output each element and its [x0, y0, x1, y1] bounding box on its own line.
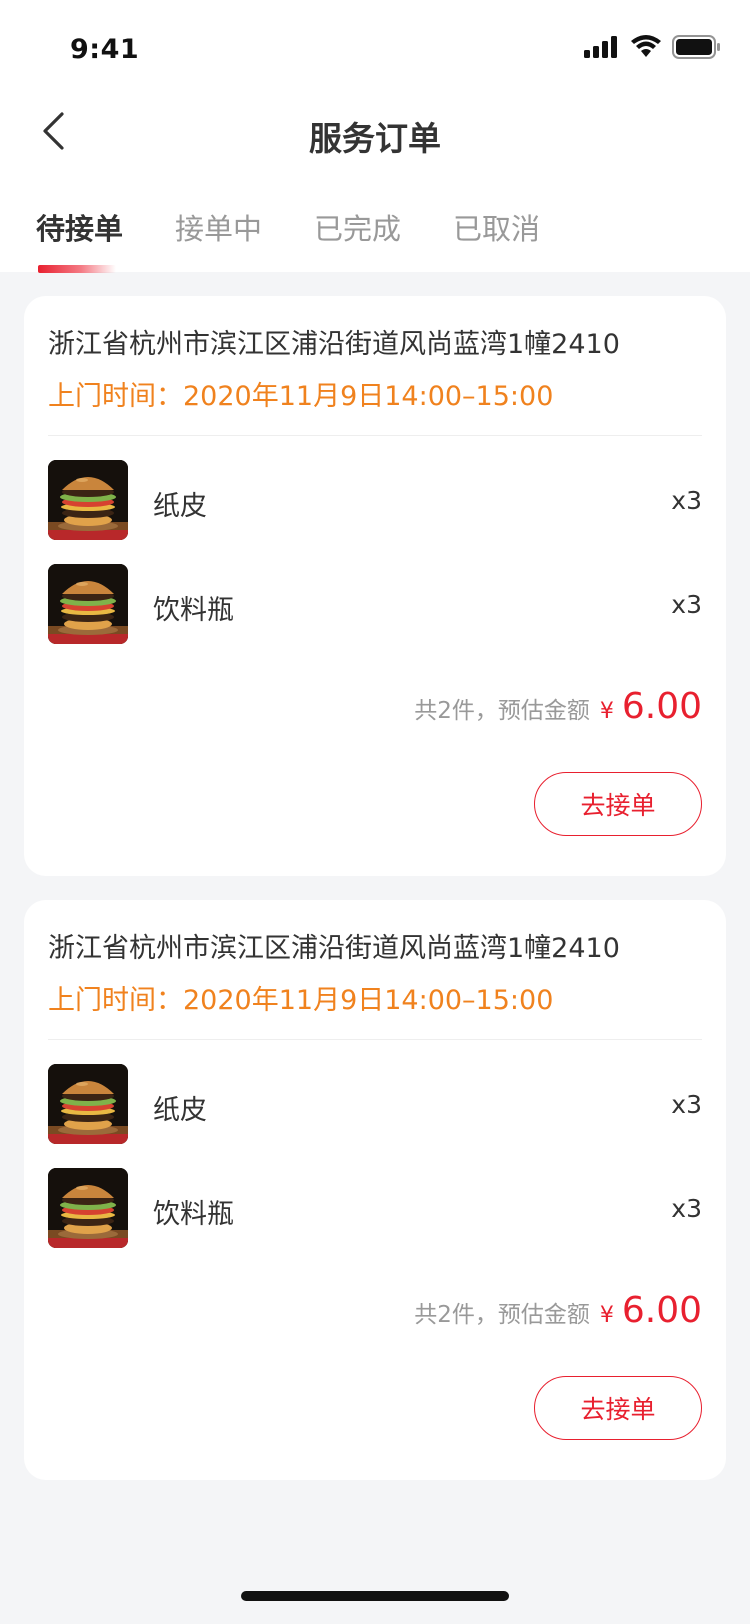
item-quantity: x3 [671, 1090, 702, 1119]
visit-time: 上门时间：2020年11月9日14:00–15:00 [48, 985, 554, 1016]
signal-icon [584, 36, 617, 58]
nav-bar: 服务订单 [0, 92, 750, 180]
item-thumbnail [48, 1168, 128, 1248]
accept-order-button[interactable]: 去接单 [534, 772, 702, 836]
tab-in-progress[interactable]: 接单中 [175, 206, 262, 248]
summary-text: 共2件，预估金额 [414, 698, 590, 724]
divider [48, 1039, 702, 1040]
battery-icon [672, 35, 720, 59]
order-item: 饮料瓶 x3 [48, 1168, 702, 1248]
accept-order-button[interactable]: 去接单 [534, 1376, 702, 1440]
tab-bar: 待接单 接单中 已完成 已取消 [0, 190, 750, 273]
estimated-amount: 6.00 [621, 1290, 702, 1331]
item-quantity: x3 [671, 1194, 702, 1223]
item-quantity: x3 [671, 486, 702, 515]
item-thumbnail [48, 564, 128, 644]
wifi-icon [631, 35, 661, 57]
item-name: 纸皮 [153, 491, 207, 522]
order-summary: 共2件，预估金额 ¥ 6.00 [414, 686, 702, 727]
status-time: 9:41 [70, 34, 140, 65]
active-tab-indicator [38, 265, 116, 273]
visit-time: 上门时间：2020年11月9日14:00–15:00 [48, 381, 554, 412]
item-quantity: x3 [671, 590, 702, 619]
currency-symbol: ¥ [599, 1303, 614, 1328]
item-thumbnail [48, 1064, 128, 1144]
item-name: 饮料瓶 [153, 595, 234, 626]
tab-pending[interactable]: 待接单 [36, 206, 123, 248]
divider [48, 435, 702, 436]
summary-text: 共2件，预估金额 [414, 1302, 590, 1328]
currency-symbol: ¥ [599, 699, 614, 724]
tab-cancelled[interactable]: 已取消 [453, 206, 540, 248]
item-name: 饮料瓶 [153, 1199, 234, 1230]
order-address: 浙江省杭州市滨江区浦沿街道风尚蓝湾1幢2410 [48, 933, 620, 964]
estimated-amount: 6.00 [621, 686, 702, 727]
tab-completed[interactable]: 已完成 [314, 206, 401, 248]
order-item: 纸皮 x3 [48, 1064, 702, 1144]
order-item: 纸皮 x3 [48, 460, 702, 540]
home-indicator [241, 1591, 509, 1601]
status-icons [584, 32, 720, 62]
order-card: 浙江省杭州市滨江区浦沿街道风尚蓝湾1幢2410 上门时间：2020年11月9日1… [24, 296, 726, 876]
item-thumbnail [48, 460, 128, 540]
status-bar: 9:41 [0, 0, 750, 92]
item-name: 纸皮 [153, 1095, 207, 1126]
order-address: 浙江省杭州市滨江区浦沿街道风尚蓝湾1幢2410 [48, 329, 620, 360]
order-item: 饮料瓶 x3 [48, 564, 702, 644]
order-card: 浙江省杭州市滨江区浦沿街道风尚蓝湾1幢2410 上门时间：2020年11月9日1… [24, 900, 726, 1480]
page-title: 服务订单 [309, 119, 441, 158]
header-area: 9:41 服务订单 待接单 接单中 已完成 已取消 [0, 0, 750, 273]
order-summary: 共2件，预估金额 ¥ 6.00 [414, 1290, 702, 1331]
